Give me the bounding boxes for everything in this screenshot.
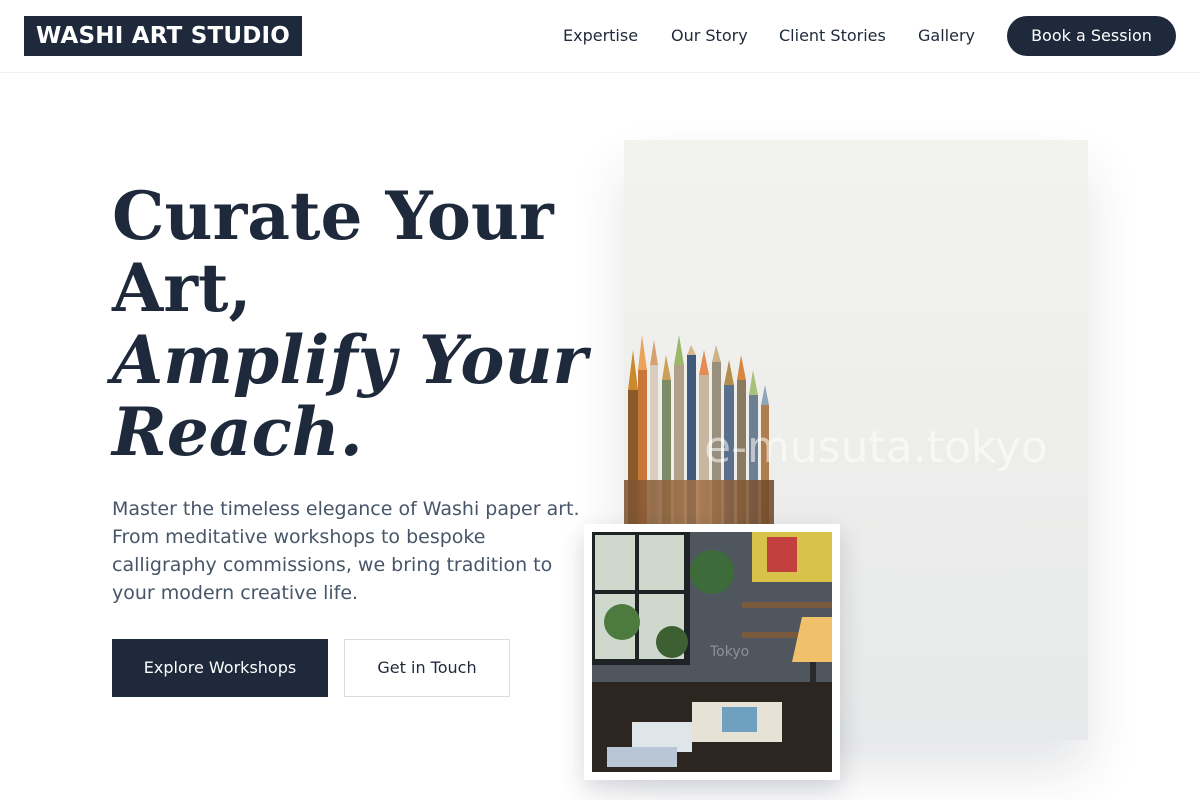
nav-link-client-stories[interactable]: Client Stories	[779, 16, 886, 56]
get-in-touch-button[interactable]: Get in Touch	[344, 639, 510, 697]
nav-link-our-story[interactable]: Our Story	[671, 16, 748, 56]
site-header: WASHI ART STUDIO Expertise Our Story Cli…	[0, 0, 1200, 73]
studio-photo-frame: Tokyo	[584, 524, 840, 780]
hero-description: Master the timeless elegance of Washi pa…	[112, 498, 580, 604]
explore-workshops-button[interactable]: Explore Workshops	[112, 639, 328, 697]
hero-headline: Curate Your Art, Amplify Your Reach.	[112, 177, 588, 471]
image-watermark: e-musuta.tokyo	[704, 422, 1048, 473]
book-session-button[interactable]: Book a Session	[1007, 16, 1176, 56]
nav-link-expertise[interactable]: Expertise	[563, 16, 638, 56]
image-watermark: Tokyo	[710, 644, 750, 660]
headline-line-italic: Reach.	[112, 393, 363, 471]
nav-link-gallery[interactable]: Gallery	[918, 16, 975, 56]
headline-line-italic: Amplify Your	[112, 321, 588, 399]
headline-line: Art,	[112, 249, 252, 327]
headline-line: Curate Your	[112, 177, 554, 255]
studio-interior-image: Tokyo	[592, 532, 832, 772]
logo[interactable]: WASHI ART STUDIO	[24, 16, 303, 56]
